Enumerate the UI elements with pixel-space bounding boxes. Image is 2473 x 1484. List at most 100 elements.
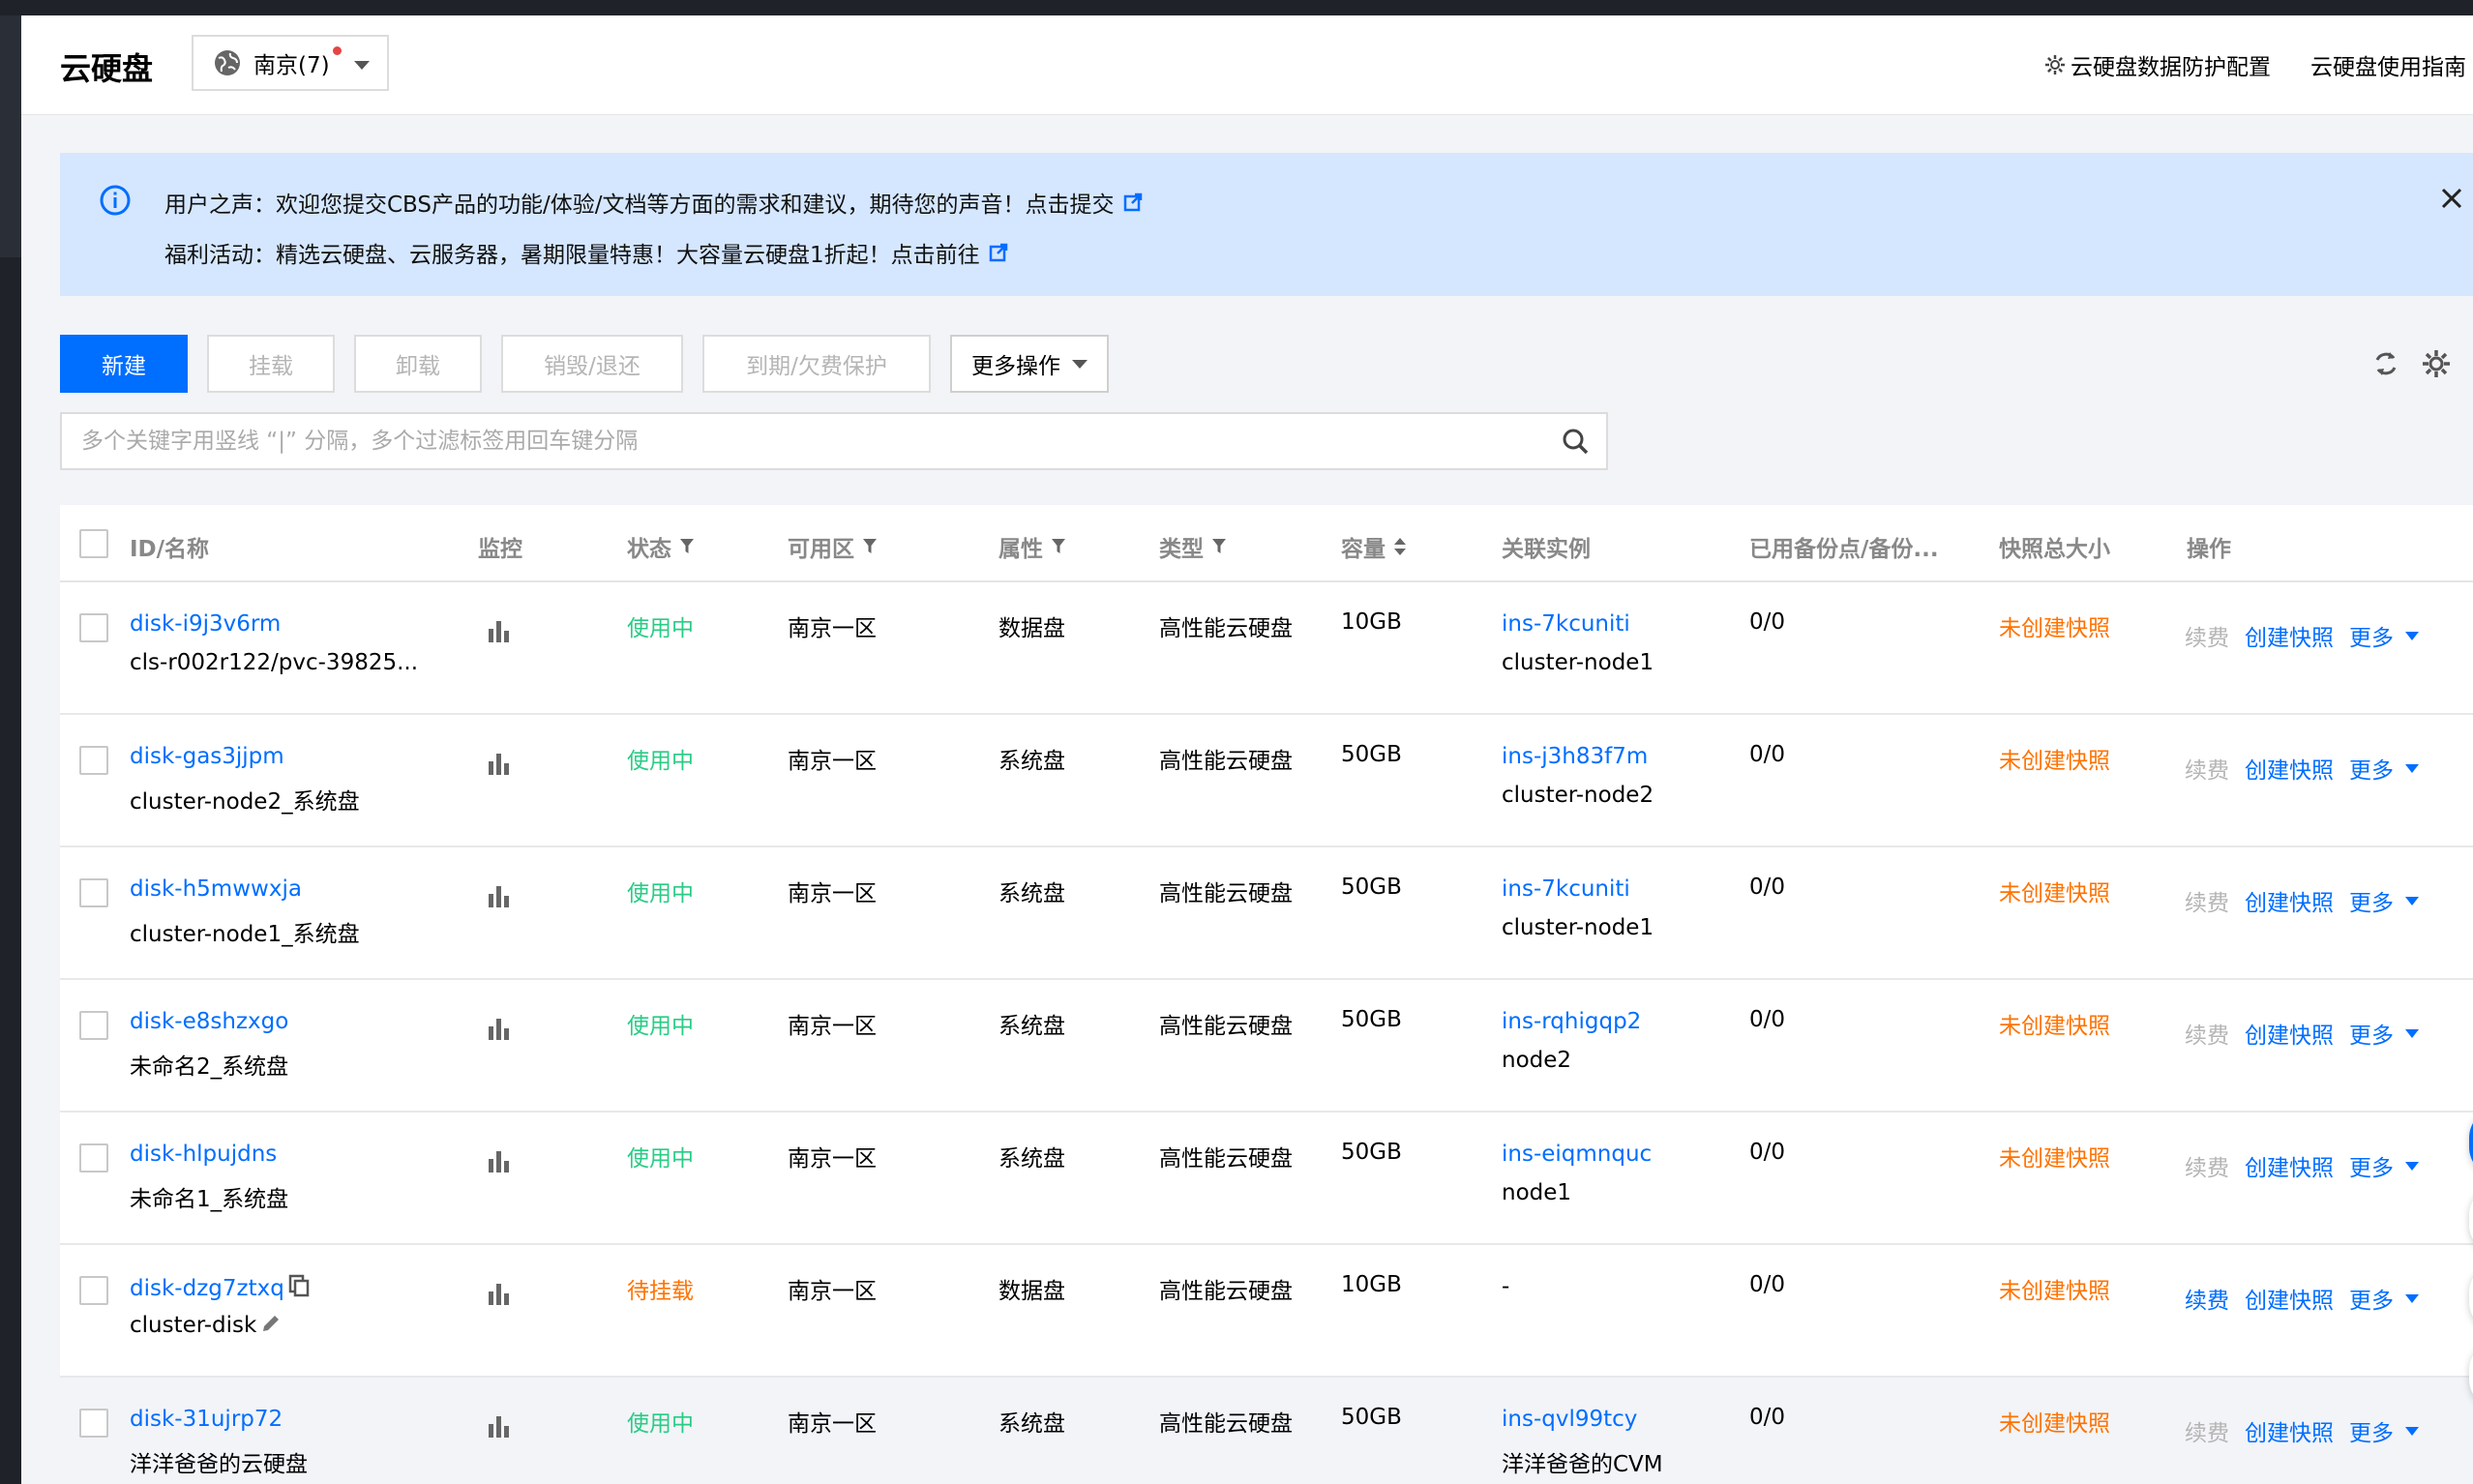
table-row[interactable]: disk-i9j3v6rm cls-r002r122/pvc-39825... 使用… <box>60 582 2473 715</box>
instance-id-link[interactable]: ins-eiqmnquc <box>1502 1142 1652 1167</box>
bar-chart-icon[interactable] <box>486 750 513 777</box>
bar-chart-icon[interactable] <box>486 617 513 644</box>
select-all-checkbox[interactable] <box>79 529 108 558</box>
usage-guide-link[interactable]: 云硬盘使用指南 <box>2310 48 2466 81</box>
more-dropdown[interactable]: 更多 <box>2349 752 2394 785</box>
instance-id-link[interactable]: ins-rqhigqp2 <box>1502 1009 1641 1034</box>
more-dropdown[interactable]: 更多 <box>2349 1017 2394 1050</box>
instance-id-link[interactable]: ins-7kcuniti <box>1502 876 1630 902</box>
instance-id-link[interactable]: ins-qvl99tcy <box>1502 1407 1637 1432</box>
create-snapshot-link[interactable]: 创建快照 <box>2245 752 2334 785</box>
table-row[interactable]: disk-31ujrp72 洋洋爸爸的云硬盘 使用中 南京一区 系统盘 高性能云硬盘 50G… <box>60 1378 2473 1484</box>
more-dropdown[interactable]: 更多 <box>2349 1282 2394 1315</box>
bar-chart-icon[interactable] <box>486 882 513 909</box>
column-type[interactable]: 类型 <box>1159 530 1227 563</box>
column-zone[interactable]: 可用区 <box>788 530 878 563</box>
column-status[interactable]: 状态 <box>627 530 695 563</box>
search-input[interactable] <box>62 414 1533 468</box>
filter-icon[interactable] <box>1051 538 1066 555</box>
column-capacity[interactable]: 容量 <box>1341 530 1407 563</box>
chevron-down-icon <box>2405 1028 2419 1038</box>
more-dropdown[interactable]: 更多 <box>2349 1149 2394 1182</box>
disk-id-link[interactable]: disk-i9j3v6rm <box>130 611 281 637</box>
renew-link[interactable]: 续费 <box>2185 619 2229 652</box>
disk-id-link[interactable]: disk-dzg7ztxq <box>130 1276 284 1301</box>
status-badge: 使用中 <box>627 1146 694 1172</box>
edit-icon[interactable] <box>260 1313 282 1334</box>
table-row[interactable]: disk-dzg7ztxq cluster-disk 待挂载 南京一区 数据盘 高性能云硬… <box>60 1245 2473 1378</box>
more-actions-dropdown[interactable]: 更多操作 <box>950 335 1109 393</box>
column-snapshot-size: 快照总大小 <box>1999 537 2110 562</box>
filter-icon[interactable] <box>679 538 695 555</box>
destroy-return-button[interactable]: 销毁/退还 <box>501 335 683 393</box>
attach-button[interactable]: 挂载 <box>207 335 335 393</box>
more-dropdown[interactable]: 更多 <box>2349 884 2394 917</box>
row-checkbox[interactable] <box>79 878 108 907</box>
disk-id-link[interactable]: disk-hlpujdns <box>130 1142 277 1167</box>
attribute-cell: 系统盘 <box>998 749 1065 774</box>
row-checkbox[interactable] <box>79 613 108 642</box>
close-icon[interactable] <box>2439 186 2464 211</box>
renew-link[interactable]: 续费 <box>2185 752 2229 785</box>
backup-cell: 0/0 <box>1749 1272 1786 1297</box>
more-dropdown[interactable]: 更多 <box>2349 619 2394 652</box>
bar-chart-icon[interactable] <box>486 1412 513 1439</box>
row-checkbox[interactable] <box>79 1409 108 1438</box>
region-selector[interactable]: 南京(7) <box>192 35 389 91</box>
disk-id-link[interactable]: disk-31ujrp72 <box>130 1407 283 1432</box>
search-icon[interactable] <box>1560 426 1591 457</box>
renew-link[interactable]: 续费 <box>2185 1017 2229 1050</box>
filter-icon[interactable] <box>1211 538 1227 555</box>
renew-link[interactable]: 续费 <box>2185 1149 2229 1182</box>
chevron-down-icon <box>2405 896 2419 905</box>
disk-id-link[interactable]: disk-h5mwwxja <box>130 876 302 902</box>
zone-cell: 南京一区 <box>788 1014 877 1039</box>
bar-chart-icon[interactable] <box>486 1280 513 1307</box>
create-snapshot-link[interactable]: 创建快照 <box>2245 619 2334 652</box>
bar-chart-icon[interactable] <box>486 1015 513 1042</box>
bar-chart-icon[interactable] <box>486 1147 513 1174</box>
attribute-cell: 数据盘 <box>998 1279 1065 1304</box>
renew-link[interactable]: 续费 <box>2185 884 2229 917</box>
column-attribute[interactable]: 属性 <box>998 530 1066 563</box>
create-snapshot-link[interactable]: 创建快照 <box>2245 884 2334 917</box>
row-operations: 续费 创建快照 更多 <box>2185 1149 2419 1182</box>
expiry-protection-button[interactable]: 到期/欠费保护 <box>702 335 931 393</box>
row-checkbox[interactable] <box>79 1011 108 1040</box>
row-checkbox[interactable] <box>79 1276 108 1305</box>
create-snapshot-link[interactable]: 创建快照 <box>2245 1414 2334 1447</box>
disk-id-link[interactable]: disk-gas3jjpm <box>130 744 284 769</box>
notice-promo-link[interactable]: 福利活动：精选云硬盘、云服务器，暑期限量特惠！大容量云硬盘1折起！点击前往 <box>164 236 1009 269</box>
disk-name-cell: 未命名2_系统盘 <box>130 1048 288 1081</box>
instance-id-link[interactable]: ins-7kcuniti <box>1502 611 1630 637</box>
detach-button[interactable]: 卸载 <box>354 335 482 393</box>
more-dropdown[interactable]: 更多 <box>2349 1414 2394 1447</box>
table-header: ID/名称 监控 状态 可用区 属性 类型 容量 关联实例 已用备份点/备份..… <box>60 505 2473 582</box>
settings-icon[interactable] <box>2419 346 2454 381</box>
table-row[interactable]: disk-h5mwwxja cluster-node1_系统盘 使用中 南京一区 系统盘… <box>60 847 2473 980</box>
filter-icon[interactable] <box>862 538 878 555</box>
table-row[interactable]: disk-e8shzxgo 未命名2_系统盘 使用中 南京一区 系统盘 高性能云硬盘 50G… <box>60 980 2473 1113</box>
data-protection-config-link[interactable]: 云硬盘数据防护配置 <box>2043 48 2271 81</box>
status-badge: 使用中 <box>627 749 694 774</box>
renew-link[interactable]: 续费 <box>2185 1282 2229 1315</box>
row-checkbox[interactable] <box>79 746 108 775</box>
disk-id-link[interactable]: disk-e8shzxgo <box>130 1009 288 1034</box>
new-disk-button[interactable]: 新建 <box>60 335 188 393</box>
renew-link[interactable]: 续费 <box>2185 1414 2229 1447</box>
row-checkbox[interactable] <box>79 1143 108 1172</box>
sort-icon[interactable] <box>1393 537 1407 556</box>
notice-feedback-link[interactable]: 用户之声：欢迎您提交CBS产品的功能/体验/文档等方面的需求和建议，期待您的声音… <box>164 186 1144 219</box>
table-row[interactable]: disk-hlpujdns 未命名1_系统盘 使用中 南京一区 系统盘 高性能云硬盘 50G… <box>60 1113 2473 1245</box>
type-cell: 高性能云硬盘 <box>1159 1146 1293 1172</box>
table-row[interactable]: disk-gas3jjpm cluster-node2_系统盘 使用中 南京一区 系统盘… <box>60 715 2473 847</box>
create-snapshot-link[interactable]: 创建快照 <box>2245 1017 2334 1050</box>
refresh-icon[interactable] <box>2369 346 2403 381</box>
notice-promo-text: 福利活动：精选云硬盘、云服务器，暑期限量特惠！大容量云硬盘1折起！点击前往 <box>164 243 980 268</box>
globe-icon <box>215 50 240 75</box>
create-snapshot-link[interactable]: 创建快照 <box>2245 1149 2334 1182</box>
copy-icon[interactable] <box>288 1274 310 1297</box>
instance-id-link[interactable]: ins-j3h83f7m <box>1502 744 1648 769</box>
create-snapshot-link[interactable]: 创建快照 <box>2245 1282 2334 1315</box>
zone-cell: 南京一区 <box>788 749 877 774</box>
